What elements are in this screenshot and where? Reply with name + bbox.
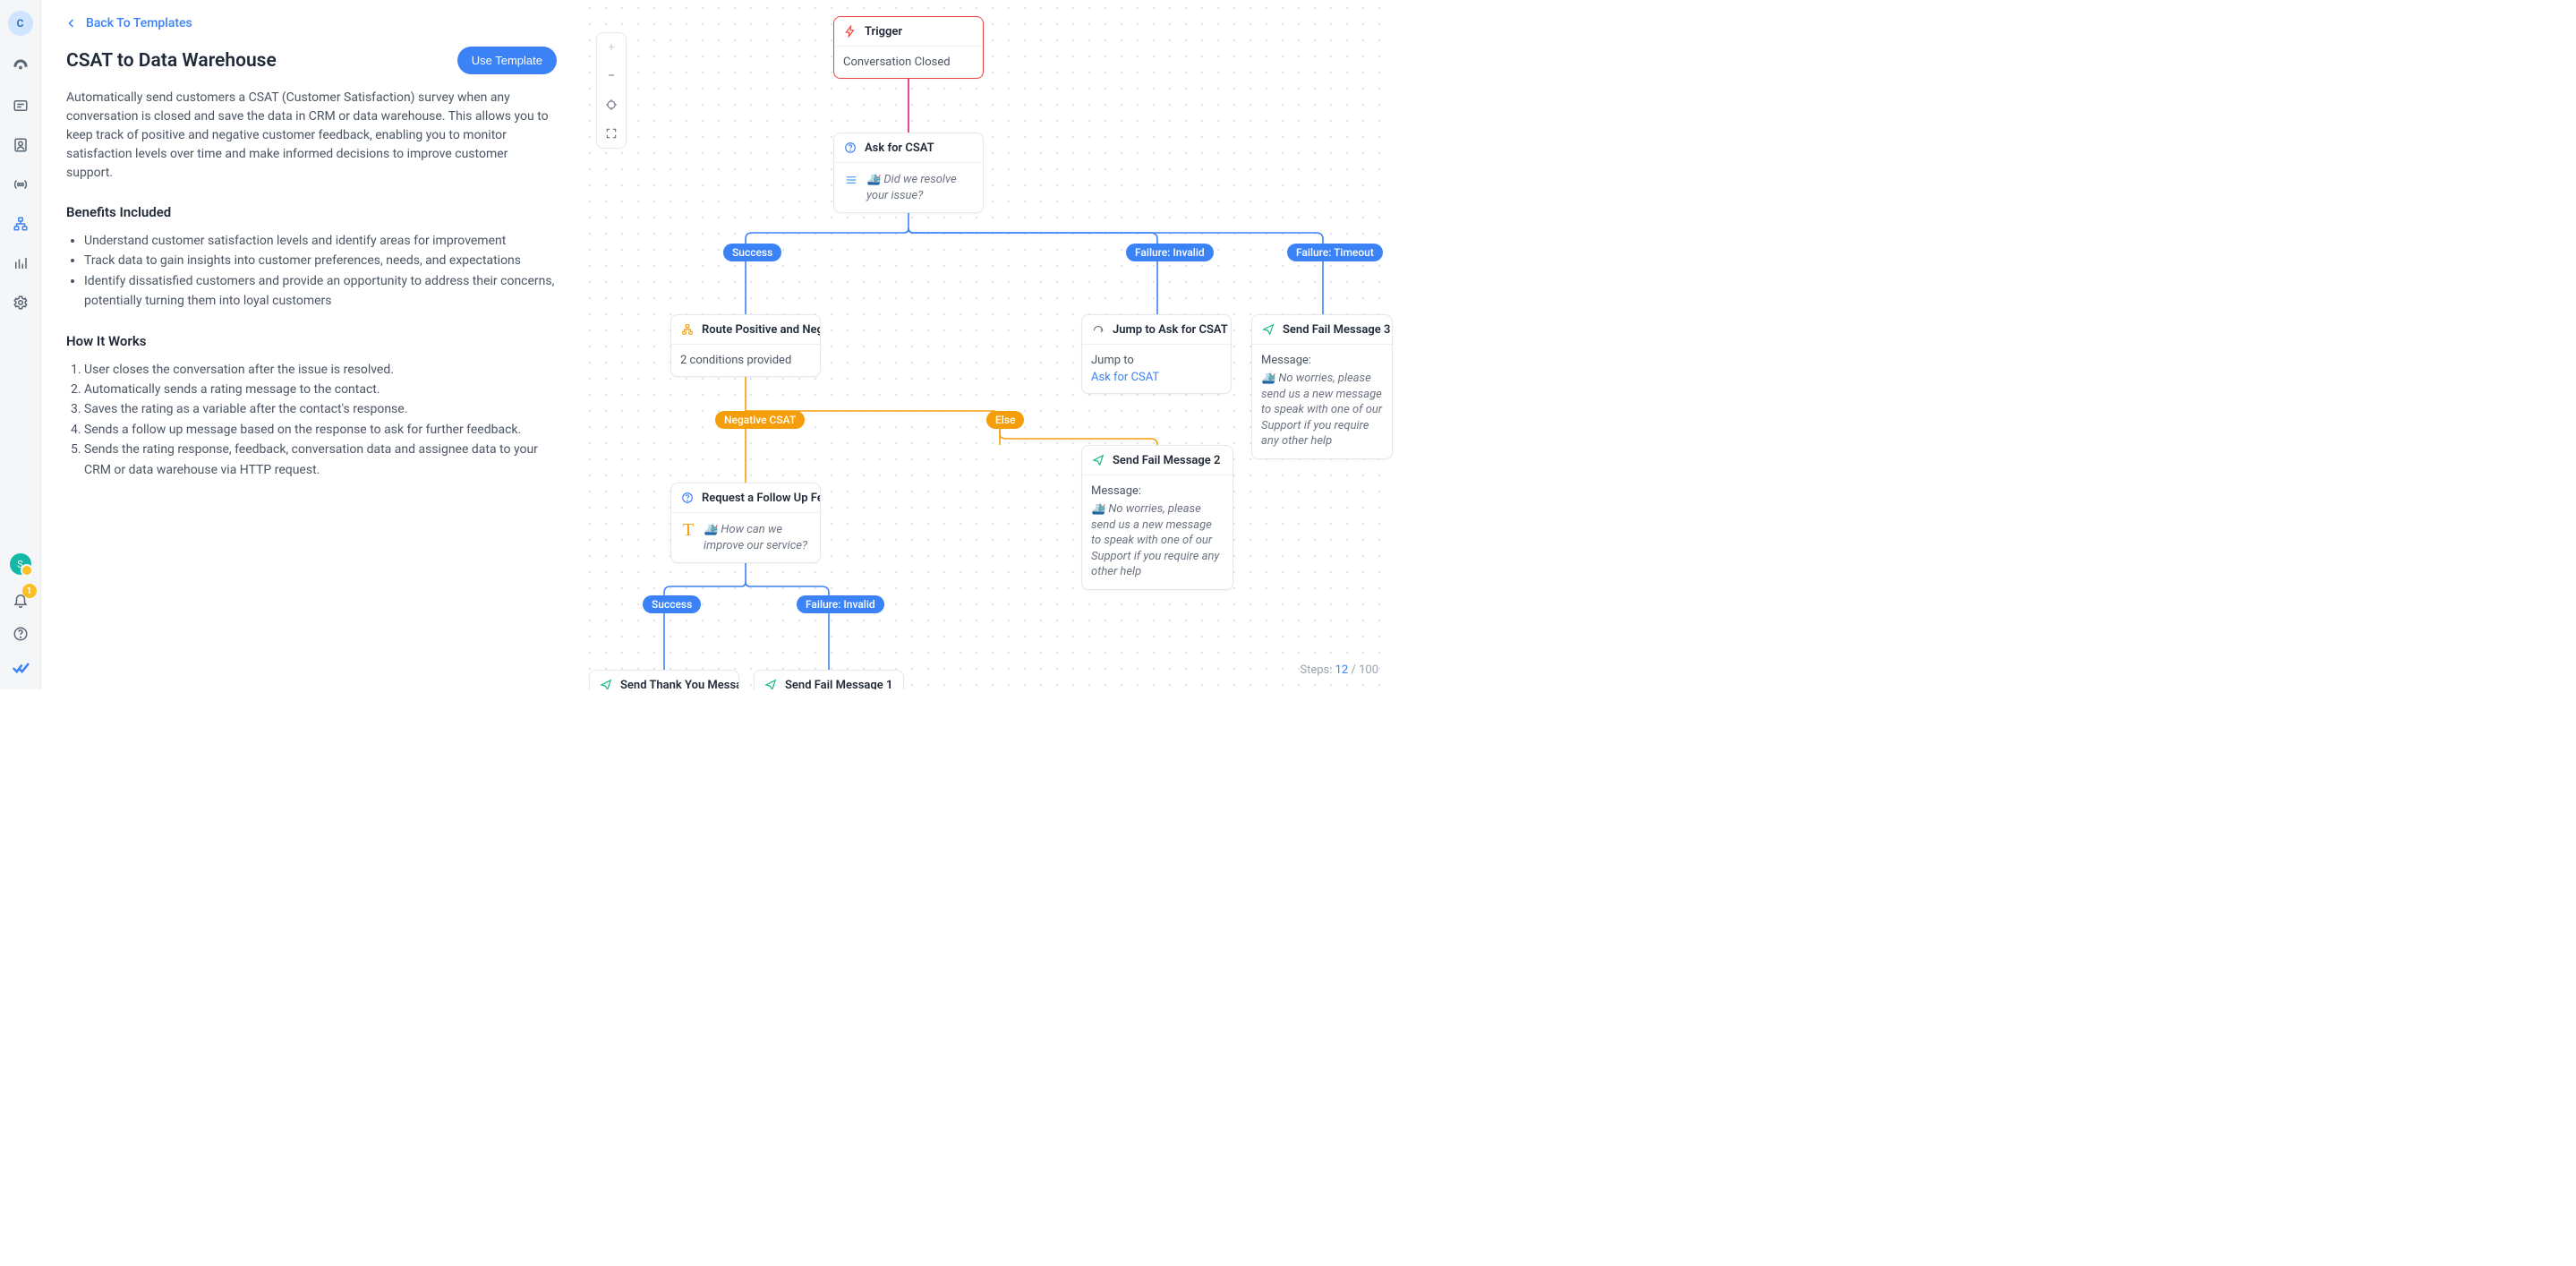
branch-pill-failure-invalid: Failure: Invalid	[1126, 244, 1214, 261]
zoom-in-button[interactable]: +	[597, 33, 626, 62]
brand-icon[interactable]	[12, 659, 30, 677]
zoom-controls: + −	[596, 32, 627, 149]
help-icon[interactable]	[12, 625, 30, 643]
node-title: Trigger	[865, 25, 902, 38]
notification-badge: 1	[22, 584, 37, 598]
back-to-templates-link[interactable]: Back To Templates	[66, 16, 557, 30]
how-it-works-heading: How It Works	[66, 333, 557, 349]
node-fail-message-1[interactable]: Send Fail Message 1	[754, 670, 904, 689]
list-item: Sends a follow up message based on the r…	[84, 420, 557, 440]
node-title: Route Positive and Nega…	[702, 323, 820, 337]
node-thank-you[interactable]: Send Thank You Messa…	[589, 670, 739, 689]
node-body-label: Jump to	[1091, 354, 1222, 367]
branch-pill-success: Success	[723, 244, 781, 261]
node-body-text: Conversation Closed	[843, 56, 951, 69]
node-body-label: Message:	[1091, 484, 1224, 498]
node-ask-csat[interactable]: Ask for CSAT 🛳️ Did we resolve your issu…	[833, 133, 984, 213]
bolt-icon	[843, 24, 857, 38]
contacts-icon[interactable]	[12, 136, 30, 154]
node-body-text: 🛳️ No worries, please send us a new mess…	[1261, 371, 1383, 449]
node-title: Request a Follow Up Fee…	[702, 492, 820, 505]
branch-pill-negative-csat: Negative CSAT	[715, 411, 805, 429]
send-icon	[1261, 322, 1275, 337]
node-jump[interactable]: Jump to Ask for CSAT Jump to Ask for CSA…	[1081, 314, 1232, 394]
dashboard-icon[interactable]	[12, 57, 30, 75]
node-title: Send Thank You Messa…	[620, 679, 738, 690]
list-item: Track data to gain insights into custome…	[84, 251, 557, 270]
node-body-label: Message:	[1261, 354, 1383, 367]
zoom-out-button[interactable]: −	[597, 62, 626, 90]
template-title: CSAT to Data Warehouse	[66, 50, 277, 72]
workspace-avatar[interactable]: C	[8, 11, 33, 36]
jump-target-link[interactable]: Ask for CSAT	[1091, 371, 1222, 384]
branch-pill-success-2: Success	[643, 595, 701, 613]
template-description: Automatically send customers a CSAT (Cus…	[66, 89, 557, 183]
workflow-canvas[interactable]: + − Trigger Conversation Closed Ask for …	[582, 0, 1395, 689]
steps-counter: Steps: 12 / 100	[1300, 663, 1378, 677]
recenter-button[interactable]	[597, 90, 626, 119]
messages-icon[interactable]	[12, 97, 30, 115]
send-icon	[763, 678, 778, 689]
branch-pill-failure-invalid-2: Failure: Invalid	[797, 595, 884, 613]
text-icon: T	[680, 522, 696, 538]
list-item: User closes the conversation after the i…	[84, 360, 557, 380]
send-icon	[599, 678, 613, 689]
list-item: Identify dissatisfied customers and prov…	[84, 271, 557, 312]
list-item: Saves the rating as a variable after the…	[84, 399, 557, 419]
fullscreen-button[interactable]	[597, 119, 626, 148]
send-icon	[1091, 453, 1105, 467]
node-title: Ask for CSAT	[865, 141, 934, 155]
node-body-text: 🛳️ No worries, please send us a new mess…	[1091, 501, 1224, 580]
how-it-works-list: User closes the conversation after the i…	[66, 360, 557, 480]
list-icon	[843, 172, 859, 188]
node-title: Send Fail Message 3	[1283, 323, 1390, 337]
node-body-text: 🛳️ How can we improve our service?	[704, 522, 811, 553]
question-icon	[843, 141, 857, 155]
list-item: Understand customer satisfaction levels …	[84, 231, 557, 251]
node-title: Send Fail Message 1	[785, 679, 892, 690]
broadcast-icon[interactable]	[12, 175, 30, 193]
node-title: Send Fail Message 2	[1113, 454, 1220, 467]
back-link-label: Back To Templates	[86, 16, 192, 30]
node-title: Jump to Ask for CSAT	[1113, 323, 1228, 337]
workflows-icon[interactable]	[12, 215, 30, 233]
question-icon	[680, 491, 695, 505]
list-item: Sends the rating response, feedback, con…	[84, 440, 557, 480]
benefits-list: Understand customer satisfaction levels …	[66, 231, 557, 312]
node-body-text: 🛳️ Did we resolve your issue?	[866, 172, 974, 203]
node-followup[interactable]: Request a Follow Up Fee… T 🛳️ How can we…	[670, 483, 821, 563]
notifications-icon[interactable]: 1	[12, 591, 30, 609]
jump-icon	[1091, 322, 1105, 337]
left-nav-rail: C S 1	[0, 0, 41, 689]
list-item: Automatically sends a rating message to …	[84, 380, 557, 399]
reports-icon[interactable]	[12, 254, 30, 272]
user-status-avatar[interactable]: S	[10, 553, 31, 575]
branch-pill-else: Else	[986, 411, 1024, 429]
benefits-heading: Benefits Included	[66, 204, 557, 220]
branch-pill-failure-timeout: Failure: Timeout	[1287, 244, 1383, 261]
use-template-button[interactable]: Use Template	[457, 47, 557, 74]
node-trigger[interactable]: Trigger Conversation Closed	[833, 16, 984, 79]
settings-icon[interactable]	[12, 294, 30, 312]
template-details-panel: Back To Templates CSAT to Data Warehouse…	[41, 0, 582, 689]
node-body-text: 2 conditions provided	[680, 354, 791, 367]
node-fail-message-2[interactable]: Send Fail Message 2 Message: 🛳️ No worri…	[1081, 445, 1233, 590]
node-fail-message-3[interactable]: Send Fail Message 3 Message: 🛳️ No worri…	[1251, 314, 1393, 459]
chevron-left-icon	[66, 18, 77, 29]
branch-icon	[680, 322, 695, 337]
node-route[interactable]: Route Positive and Nega… 2 conditions pr…	[670, 314, 821, 377]
